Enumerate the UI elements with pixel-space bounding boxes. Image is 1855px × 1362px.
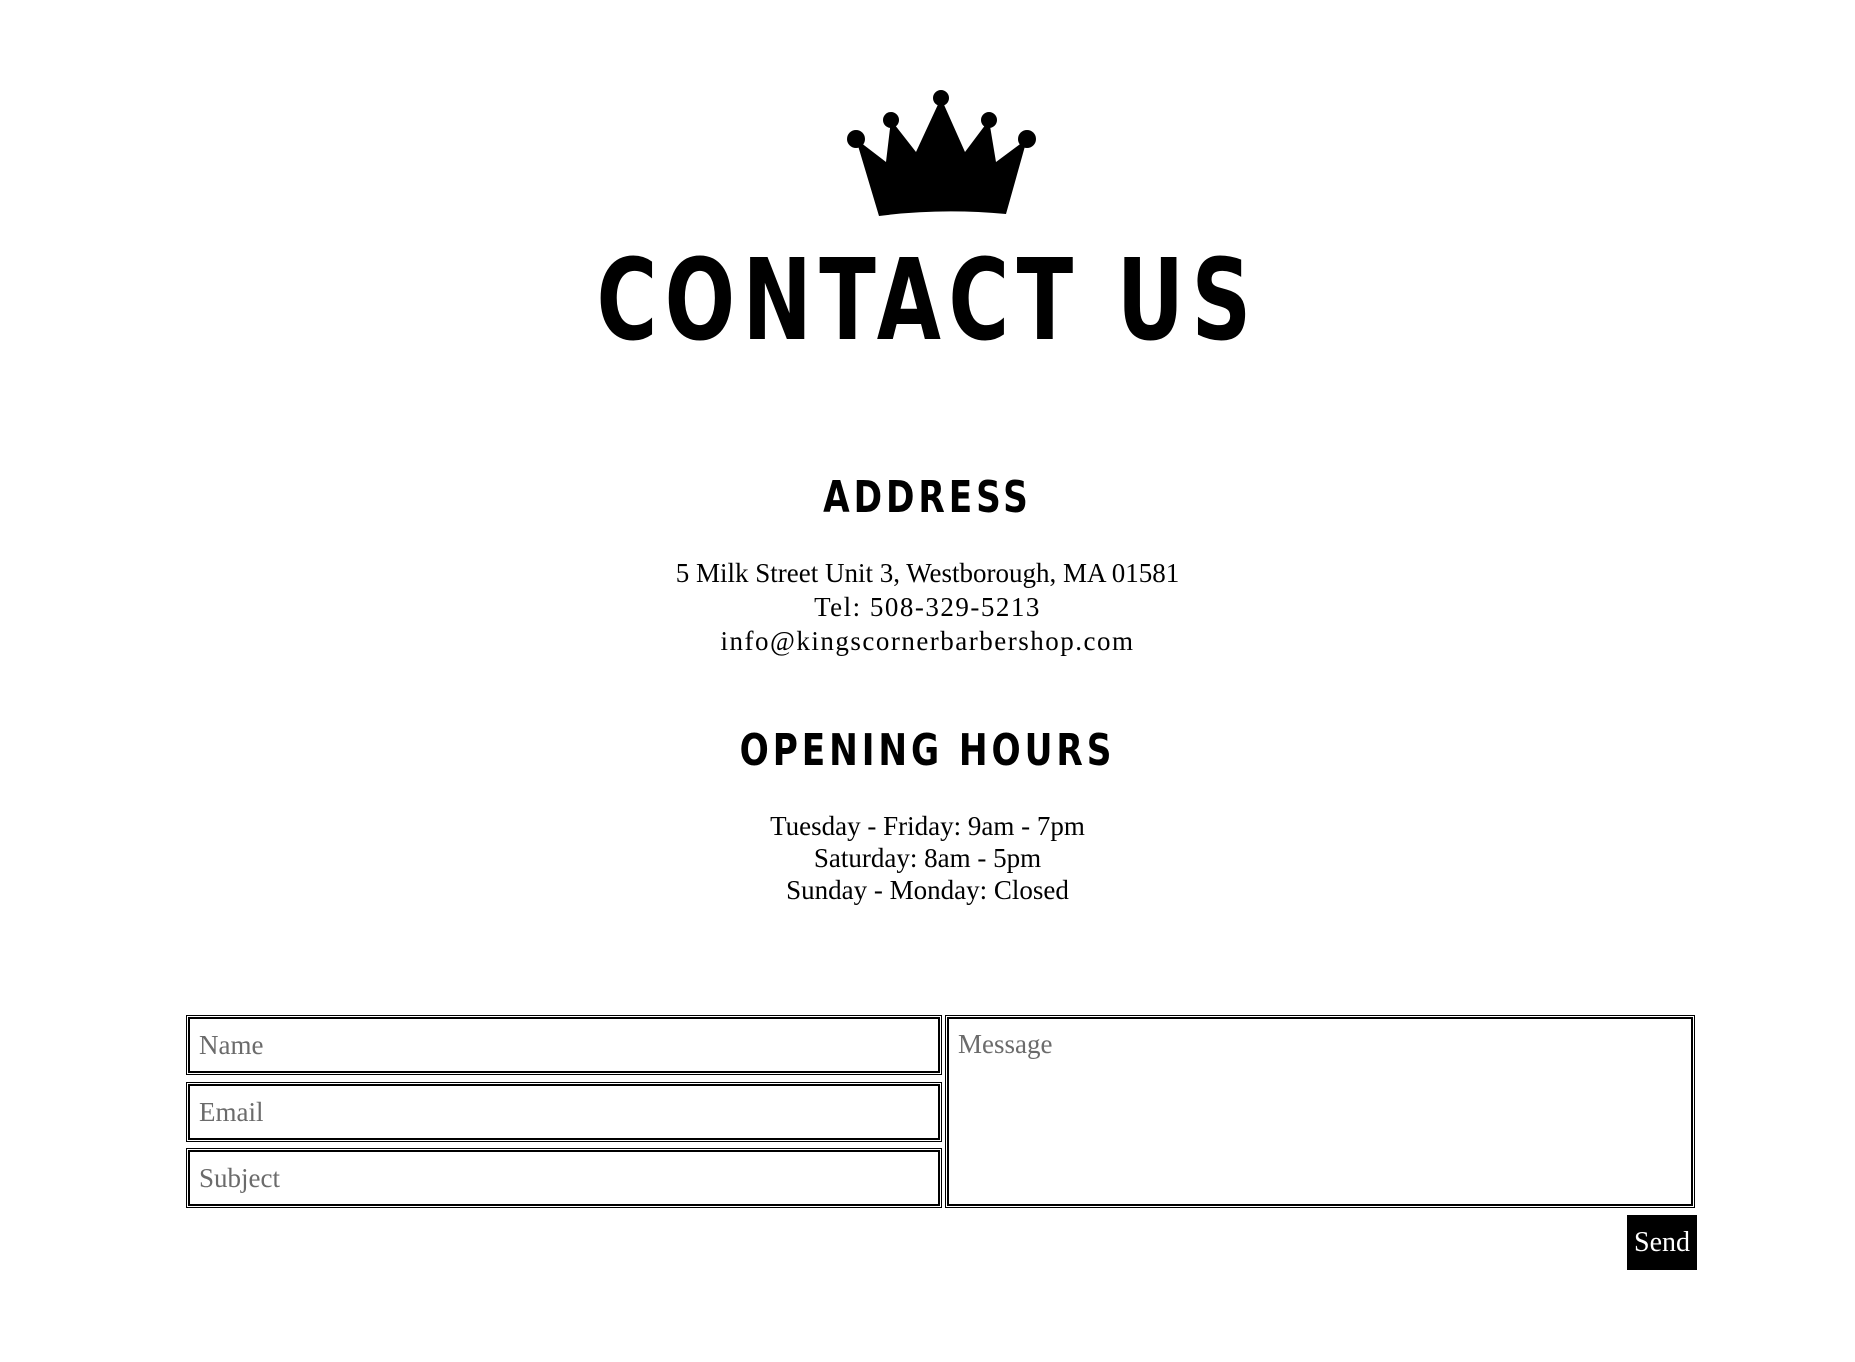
opening-hours-heading: OPENING HOURS [739,725,1116,776]
page-title: CONTACT US [596,236,1259,366]
subject-field[interactable] [186,1148,942,1208]
message-field[interactable] [945,1015,1695,1208]
hours-line-weekdays: Tuesday - Friday: 9am - 7pm [770,811,1085,841]
send-button[interactable]: Send [1627,1215,1697,1270]
name-field[interactable] [186,1015,942,1075]
hours-line-saturday: Saturday: 8am - 5pm [813,843,1042,873]
address-block: 5 Milk Street Unit 3, Westborough, MA 01… [0,556,1855,658]
email-address: info@kingscornerbarbershop.com [720,626,1135,656]
opening-hours-block: Tuesday - Friday: 9am - 7pm Saturday: 8a… [0,810,1855,906]
address-heading: ADDRESS [823,472,1032,523]
hours-line-closed: Sunday - Monday: Closed [786,875,1069,905]
email-field[interactable] [186,1082,942,1142]
street-address: 5 Milk Street Unit 3, Westborough, MA 01… [675,558,1180,588]
phone-number: Tel: 508-329-5213 [814,592,1041,622]
crown-icon [847,90,1036,216]
